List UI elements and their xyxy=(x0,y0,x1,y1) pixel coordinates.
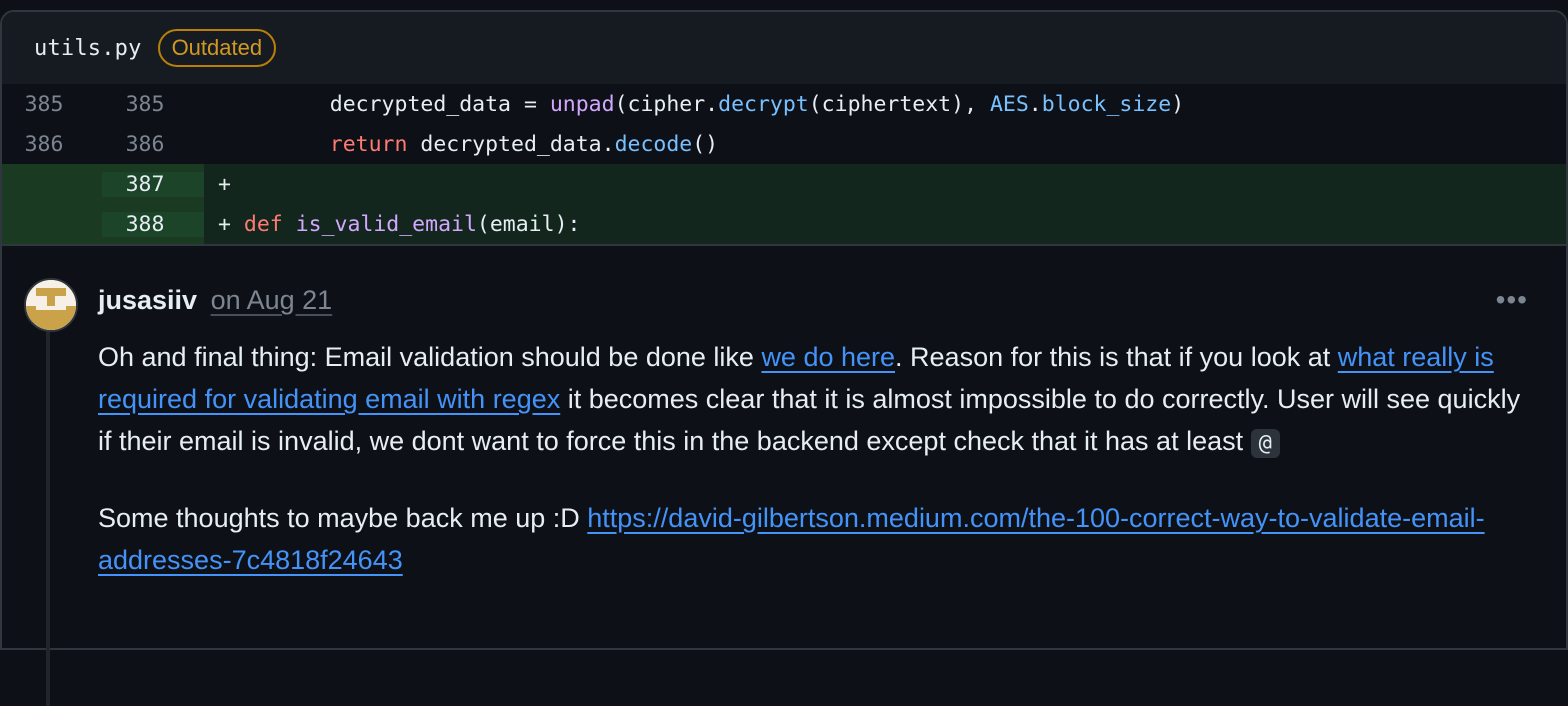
code-token: (email): xyxy=(476,211,581,237)
diff-snippet: 385 385 decrypted_data = unpad(cipher.de… xyxy=(2,84,1566,246)
code-line: return decrypted_data.decode() xyxy=(204,132,718,157)
avatar[interactable] xyxy=(24,278,78,332)
comment-paragraph: Oh and final thing: Email validation sho… xyxy=(98,336,1528,465)
comment-author[interactable]: jusasiiv xyxy=(98,285,197,315)
diff-line: 386 386 return decrypted_data.decode() xyxy=(2,124,1566,164)
code-token: block_size xyxy=(1041,91,1172,117)
code-token: ) xyxy=(1171,91,1185,117)
comment-paragraph: Some thoughts to maybe back me up :D htt… xyxy=(98,497,1528,581)
code-token: decrypted_data. xyxy=(407,131,615,157)
thread-line xyxy=(46,306,50,706)
new-line-number[interactable]: 386 xyxy=(102,132,204,157)
new-line-number[interactable]: 388 xyxy=(102,211,204,237)
comment-text: Some thoughts to maybe back me up :D xyxy=(98,503,588,533)
new-line-number[interactable]: 387 xyxy=(102,171,204,197)
comment-text: . Reason for this is that if you look at xyxy=(895,342,1338,372)
inline-code: @ xyxy=(1250,429,1280,458)
code-token: return xyxy=(329,131,408,157)
link-we-do-here[interactable]: we do here xyxy=(761,342,895,372)
code-token: . xyxy=(1028,91,1042,117)
file-header: utils.py Outdated xyxy=(2,12,1566,84)
code-line: decrypted_data = unpad(cipher.decrypt(ci… xyxy=(204,92,1184,117)
diff-line: 385 385 decrypted_data = unpad(cipher.de… xyxy=(2,84,1566,124)
code-token: decrypted_data = xyxy=(278,91,550,117)
comment-text: Oh and final thing: Email validation sho… xyxy=(98,342,762,372)
new-line-number[interactable]: 385 xyxy=(102,92,204,117)
code-token: (cipher. xyxy=(614,91,719,117)
code-token: + xyxy=(218,171,231,197)
code-token: decode xyxy=(614,131,693,157)
diff-line-added: 387 + xyxy=(2,164,1566,204)
code-token: AES xyxy=(989,91,1029,117)
comment-body: Oh and final thing: Email validation sho… xyxy=(98,336,1528,581)
comment-header: jusasiiv on Aug 21 xyxy=(98,282,332,318)
code-token: + xyxy=(218,211,244,237)
code-token: is_valid_email xyxy=(295,211,477,237)
comment-date[interactable]: on Aug 21 xyxy=(211,285,333,315)
code-line: + xyxy=(204,164,1566,204)
code-token: unpad xyxy=(549,91,615,117)
diff-line-added: 388 + def is_valid_email (email): xyxy=(2,204,1566,244)
code-token: () xyxy=(692,131,719,157)
avatar-icon xyxy=(26,280,76,330)
old-line-number[interactable]: 385 xyxy=(2,92,102,117)
code-token: (ciphertext), xyxy=(808,91,990,117)
code-token: decrypt xyxy=(718,91,809,117)
code-line: + def is_valid_email (email): xyxy=(204,204,1566,244)
outdated-badge: Outdated xyxy=(157,29,277,67)
file-name[interactable]: utils.py xyxy=(34,36,142,61)
more-options-icon[interactable]: ••• xyxy=(1496,286,1528,314)
old-line-number[interactable]: 386 xyxy=(2,132,102,157)
code-token: def xyxy=(243,211,283,237)
